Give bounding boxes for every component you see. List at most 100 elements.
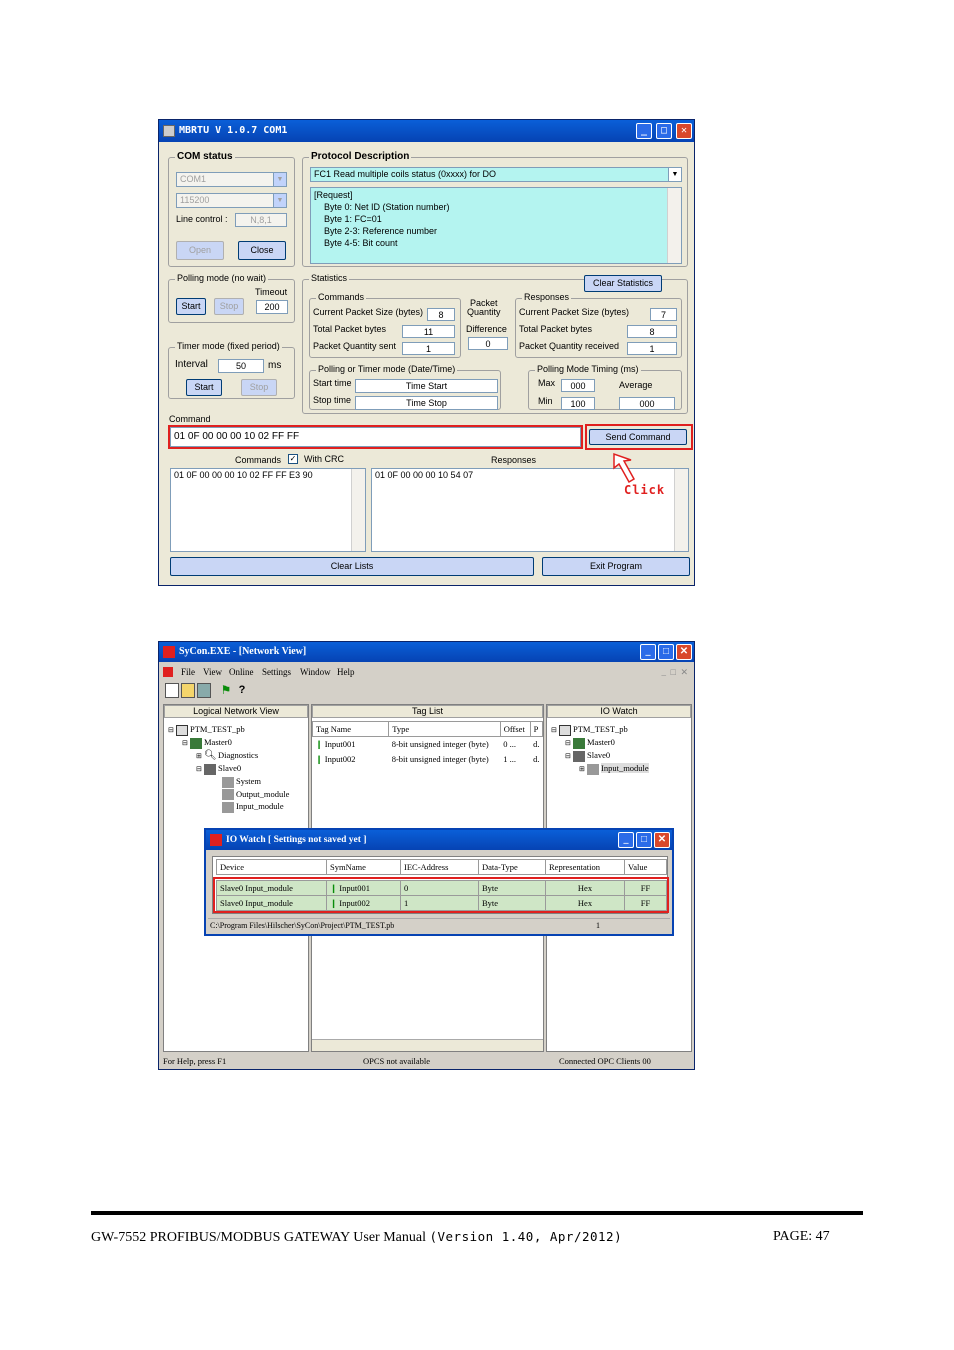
footer-rule [91, 1211, 863, 1215]
commands-stats-group: Commands Current Packet Size (bytes) 8 T… [309, 292, 461, 358]
iowatch-col-header[interactable]: Device [216, 859, 327, 875]
maximize-icon[interactable]: □ [656, 123, 672, 139]
footer-version: (Version 1.40, Apr/2012) [429, 1229, 623, 1244]
tag-col-header[interactable]: Type [388, 721, 501, 737]
protocol-scrollbar[interactable] [667, 188, 681, 263]
polling-start-button[interactable]: Start [176, 298, 206, 315]
close-icon[interactable]: ✕ [654, 832, 670, 848]
iowatch-col-header[interactable]: Data-Type [478, 859, 546, 875]
interval-input[interactable]: 50 [218, 359, 264, 373]
with-crc-checkbox[interactable]: ✓ [288, 454, 298, 464]
iowatch-col-header[interactable]: SymName [326, 859, 401, 875]
master-icon [573, 737, 585, 749]
status-help: For Help, press F1 [163, 1056, 227, 1066]
slave-icon [204, 763, 216, 775]
iowatch-path: C:\Program Files\Hilscher\SyCon\Project\… [210, 921, 395, 930]
protocol-line: Byte 2-3: Reference number [324, 226, 438, 236]
pq-label: Packet Quantity [467, 298, 501, 317]
protocol-line: Byte 1: FC=01 [324, 214, 382, 224]
com-status-group: COM status COM1 ▼ 115200 ▼ Line control : … [168, 151, 295, 267]
tree-item[interactable]: System [168, 775, 289, 788]
clear-lists-button[interactable]: Clear Lists [170, 557, 534, 576]
baud-select[interactable]: 115200 ▼ [176, 193, 287, 208]
mbrtu-title: MBRTU V 1.0.7 COM1 [179, 125, 288, 136]
menu-window[interactable]: Window [300, 664, 331, 680]
tree-item[interactable]: ⊟ Slave0 [168, 762, 289, 775]
cps-field: 8 [427, 308, 455, 321]
tree-item[interactable]: ⊞ 🔍︎Diagnostics [168, 749, 289, 762]
responses-stats-label: Responses [522, 292, 572, 302]
open-icon[interactable] [181, 683, 195, 698]
clear-statistics-button[interactable]: Clear Statistics [584, 275, 662, 292]
menu-icon [163, 667, 173, 677]
tree-item[interactable]: ⊞ Input_module [551, 762, 649, 775]
minimize-icon[interactable]: _ [618, 832, 634, 848]
timer-label: Timer mode (fixed period) [175, 341, 282, 351]
responses-list[interactable]: 01 0F 00 00 00 10 54 07 [371, 468, 689, 552]
minimize-icon[interactable]: _ [636, 123, 652, 139]
open-button[interactable]: Open [176, 241, 224, 260]
rtpb-label: Total Packet bytes [519, 324, 593, 334]
timeout-label: Timeout [255, 287, 288, 297]
close-icon[interactable]: ✕ [676, 123, 692, 139]
menu-settings[interactable]: Settings [262, 664, 291, 680]
close-button[interactable]: Close [238, 241, 286, 260]
close-icon[interactable]: ✕ [676, 644, 692, 660]
maximize-icon[interactable]: □ [636, 832, 652, 848]
protocol-label: Protocol Description [309, 151, 412, 162]
timer-stop-button[interactable]: Stop [241, 379, 277, 396]
com-port-select[interactable]: COM1 ▼ [176, 172, 287, 187]
help-icon[interactable]: ? [235, 683, 249, 698]
tag-col-header[interactable]: P [529, 721, 544, 737]
timeout-input[interactable]: 200 [256, 300, 288, 314]
menu-file[interactable]: File [181, 664, 195, 680]
com-status-label: COM status [175, 151, 235, 162]
tag-col-header[interactable]: Offset [499, 721, 531, 737]
iowatch-col-header[interactable]: Representation [545, 859, 625, 875]
chevron-down-icon: ▼ [273, 173, 286, 186]
menu-bar: File View Online Settings Window Help _ … [159, 664, 694, 680]
exit-program-button[interactable]: Exit Program [542, 557, 690, 576]
tree-item[interactable]: ⊟ Slave0 [551, 749, 649, 762]
menu-online[interactable]: Online [229, 664, 254, 680]
start-time-field: Time Start [355, 379, 498, 393]
app-icon [163, 125, 175, 137]
tree-item[interactable]: ⊟ Master0 [168, 736, 289, 749]
menu-view[interactable]: View [203, 664, 222, 680]
menu-help[interactable]: Help [337, 664, 355, 680]
pqs-label: Packet Quantity sent [313, 341, 397, 351]
pqs-field: 1 [402, 342, 455, 355]
iowatch-col-header[interactable]: Value [624, 859, 667, 875]
run-icon[interactable]: ⚑ [219, 683, 233, 698]
statistics-group: Statistics Clear Statistics Commands Cur… [302, 273, 688, 414]
tree-item[interactable]: Output_module [168, 788, 289, 801]
iowatch-col-header[interactable]: IEC-Address [400, 859, 479, 875]
minimize-icon[interactable]: _ [640, 644, 656, 660]
table-row[interactable]: ❙ Input002 8-bit unsigned integer (byte)… [313, 752, 543, 767]
commands-list[interactable]: 01 0F 00 00 00 10 02 FF FF E3 90 [170, 468, 366, 552]
responses-scrollbar[interactable] [674, 469, 688, 551]
polling-timing-label: Polling Mode Timing (ms) [535, 364, 641, 374]
protocol-select[interactable]: FC1 Read multiple coils status (0xxxx) f… [310, 167, 682, 182]
protocol-group: Protocol Description FC1 Read multiple c… [302, 151, 688, 267]
tree-item[interactable]: ⊟ PTM_TEST_pb [551, 723, 649, 736]
tag-hscrollbar[interactable] [312, 1039, 543, 1051]
new-icon[interactable] [165, 683, 179, 698]
commands-scrollbar[interactable] [351, 469, 365, 551]
max-field: 000 [561, 379, 595, 392]
tree-item[interactable]: Input_module [168, 800, 289, 813]
footer-page: PAGE: 47 [773, 1229, 830, 1244]
tree-item[interactable]: ⊟ PTM_TEST_pb [168, 723, 289, 736]
rcps-label: Current Packet Size (bytes) [519, 307, 630, 317]
save-icon[interactable] [197, 683, 211, 698]
project-icon [176, 724, 188, 736]
tree-item[interactable]: ⊟ Master0 [551, 736, 649, 749]
polling-stop-button[interactable]: Stop [214, 298, 244, 315]
maximize-icon[interactable]: □ [658, 644, 674, 660]
mdi-controls[interactable]: _ □ ✕ [662, 664, 688, 680]
table-row[interactable]: ❙ Input001 8-bit unsigned integer (byte)… [313, 737, 543, 752]
statistics-label: Statistics [309, 273, 350, 283]
timer-start-button[interactable]: Start [186, 379, 222, 396]
tag-col-header[interactable]: Tag Name [311, 721, 390, 737]
status-bar: For Help, press F1 OPCS not available Co… [159, 1054, 694, 1069]
